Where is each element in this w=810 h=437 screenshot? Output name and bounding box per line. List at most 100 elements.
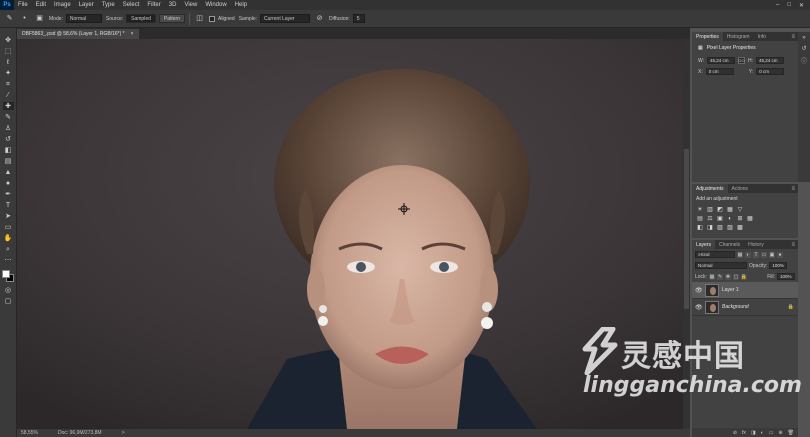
tab-info[interactable]: Info bbox=[754, 32, 770, 41]
path-select-tool-icon[interactable]: ➤ bbox=[3, 212, 14, 220]
menu-select[interactable]: Select bbox=[119, 2, 144, 8]
menu-view[interactable]: View bbox=[180, 2, 201, 8]
menu-file[interactable]: File bbox=[14, 2, 32, 8]
menu-3d[interactable]: 3D bbox=[165, 2, 181, 8]
eraser-tool-icon[interactable]: ◧ bbox=[3, 146, 14, 154]
gradient-map-icon[interactable]: ▨ bbox=[726, 224, 734, 231]
height-field[interactable]: 45,24 cm bbox=[756, 57, 785, 64]
type-tool-icon[interactable]: T bbox=[3, 201, 14, 209]
posterize-icon[interactable]: ◨ bbox=[706, 224, 714, 231]
history-brush-tool-icon[interactable]: ↺ bbox=[3, 135, 14, 143]
blend-mode-select[interactable]: Normal bbox=[695, 262, 747, 269]
menu-layer[interactable]: Layer bbox=[75, 2, 98, 8]
filter-adjustment-icon[interactable]: ◐ bbox=[745, 251, 751, 258]
hand-tool-icon[interactable]: ✋ bbox=[3, 234, 14, 242]
brightness-icon[interactable]: ☀ bbox=[696, 206, 704, 213]
diffusion-input[interactable]: 5 bbox=[352, 14, 365, 23]
collapse-icon[interactable]: » bbox=[802, 35, 805, 41]
maximize-icon[interactable]: □ bbox=[787, 2, 791, 9]
minimize-icon[interactable]: – bbox=[776, 2, 779, 9]
selective-color-icon[interactable]: ▩ bbox=[736, 224, 744, 231]
width-field[interactable]: 45,24 cm bbox=[707, 57, 736, 64]
clone-source-icon[interactable]: ▣ bbox=[34, 15, 45, 23]
move-tool-icon[interactable]: ✥ bbox=[3, 36, 14, 44]
quick-mask-icon[interactable]: ◎ bbox=[3, 286, 14, 294]
dodge-tool-icon[interactable]: ● bbox=[3, 179, 14, 187]
healing-brush-preset-icon[interactable]: ✎ bbox=[4, 15, 15, 23]
layer-row[interactable]: 👁 Background 🔒 bbox=[692, 299, 798, 316]
layer-name[interactable]: Layer 1 bbox=[722, 287, 798, 293]
invert-icon[interactable]: ◧ bbox=[696, 224, 704, 231]
tab-layers[interactable]: Layers bbox=[692, 240, 716, 249]
gradient-tool-icon[interactable]: ▤ bbox=[3, 157, 14, 165]
close-icon[interactable]: ✕ bbox=[799, 2, 804, 9]
new-layer-icon[interactable]: ⊕ bbox=[778, 430, 782, 436]
info-panel-icon[interactable]: ⓘ bbox=[801, 56, 807, 65]
filter-smart-icon[interactable]: ▣ bbox=[769, 251, 775, 258]
blur-tool-icon[interactable]: ▲ bbox=[3, 168, 14, 176]
lock-position-icon[interactable]: ✥ bbox=[724, 273, 731, 280]
curves-icon[interactable]: ◩ bbox=[716, 206, 724, 213]
shape-tool-icon[interactable]: ▭ bbox=[3, 223, 14, 231]
close-tab-icon[interactable]: × bbox=[131, 31, 134, 37]
lock-all-icon[interactable]: 🔒 bbox=[741, 273, 747, 280]
opacity-field[interactable]: 100% bbox=[769, 262, 788, 269]
more-tools-icon[interactable]: ⋯ bbox=[3, 256, 14, 264]
menu-edit[interactable]: Edit bbox=[32, 2, 50, 8]
sample-select[interactable]: Current Layer bbox=[260, 14, 311, 23]
panel-menu-icon[interactable]: ≡ bbox=[791, 186, 798, 192]
lock-artboard-icon[interactable]: ▢ bbox=[732, 273, 739, 280]
clone-stamp-tool-icon[interactable]: ♙ bbox=[3, 124, 14, 132]
lasso-tool-icon[interactable]: ℓ bbox=[3, 58, 14, 66]
filter-shape-icon[interactable]: ▭ bbox=[761, 251, 767, 258]
history-panel-icon[interactable]: ↺ bbox=[801, 45, 806, 52]
document-tab[interactable]: DBF5863_.psd @ 58,6% (Layer 1, RGB/16*) … bbox=[17, 29, 139, 39]
brush-size-icon[interactable]: • bbox=[19, 15, 30, 23]
tab-properties[interactable]: Properties bbox=[692, 32, 723, 41]
fx-icon[interactable]: fx bbox=[742, 430, 746, 436]
filter-type-icon[interactable]: T bbox=[753, 251, 759, 258]
new-adjustment-icon[interactable]: ◐ bbox=[761, 430, 764, 436]
tab-actions[interactable]: Actions bbox=[728, 184, 752, 193]
add-mask-icon[interactable]: ◨ bbox=[751, 430, 756, 436]
eye-icon[interactable]: 👁 bbox=[695, 287, 703, 294]
aligned-checkbox[interactable] bbox=[209, 15, 215, 22]
threshold-icon[interactable]: ▧ bbox=[716, 224, 724, 231]
brush-tool-icon[interactable]: ✎ bbox=[3, 113, 14, 121]
healing-brush-tool-icon[interactable]: ✚ bbox=[2, 102, 14, 110]
ignore-adjustment-icon[interactable]: ⊘ bbox=[314, 15, 325, 23]
fill-field[interactable]: 100% bbox=[777, 273, 795, 280]
zoom-level[interactable]: 58,55% bbox=[21, 430, 38, 436]
photo-filter-icon[interactable]: ◐ bbox=[726, 215, 734, 222]
lock-pixels-icon[interactable]: ✎ bbox=[716, 273, 723, 280]
color-balance-icon[interactable]: ⚖ bbox=[706, 215, 714, 222]
link-layers-icon[interactable]: ⊘ bbox=[733, 430, 737, 436]
eye-icon[interactable]: 👁 bbox=[695, 304, 703, 311]
color-lookup-icon[interactable]: ▦ bbox=[746, 215, 754, 222]
trash-icon[interactable]: 🗑 bbox=[788, 430, 794, 436]
menu-filter[interactable]: Filter bbox=[143, 2, 164, 8]
layer-row[interactable]: 👁 Layer 1 bbox=[692, 282, 798, 299]
pen-tool-icon[interactable]: ✒ bbox=[3, 190, 14, 198]
filter-pixel-icon[interactable]: ▦ bbox=[737, 251, 743, 258]
x-field[interactable]: 0 cm bbox=[705, 68, 734, 75]
source-sampled-button[interactable]: Sampled bbox=[126, 14, 156, 23]
screen-mode-icon[interactable]: ▢ bbox=[3, 297, 14, 305]
tab-adjustments[interactable]: Adjustments bbox=[692, 184, 728, 193]
mode-select[interactable]: Normal bbox=[65, 14, 102, 23]
vibrance-icon[interactable]: ▽ bbox=[736, 206, 744, 213]
layer-name[interactable]: Background bbox=[722, 304, 785, 310]
color-swatches[interactable] bbox=[1, 269, 15, 283]
menu-help[interactable]: Help bbox=[231, 2, 251, 8]
quick-select-tool-icon[interactable]: ✦ bbox=[3, 69, 14, 77]
filter-toggle-icon[interactable]: ● bbox=[777, 251, 783, 258]
source-pattern-button[interactable]: Pattern bbox=[158, 14, 185, 23]
layer-filter-select[interactable]: ⌕ Kind bbox=[695, 251, 735, 258]
channel-mixer-icon[interactable]: ⊞ bbox=[736, 215, 744, 222]
exposure-icon[interactable]: ▦ bbox=[726, 206, 734, 213]
black-white-icon[interactable]: ▣ bbox=[716, 215, 724, 222]
status-arrow-icon[interactable]: > bbox=[122, 430, 125, 436]
menu-window[interactable]: Window bbox=[201, 2, 230, 8]
ps-logo[interactable]: Ps bbox=[0, 0, 14, 10]
foreground-color-swatch[interactable] bbox=[2, 270, 10, 278]
